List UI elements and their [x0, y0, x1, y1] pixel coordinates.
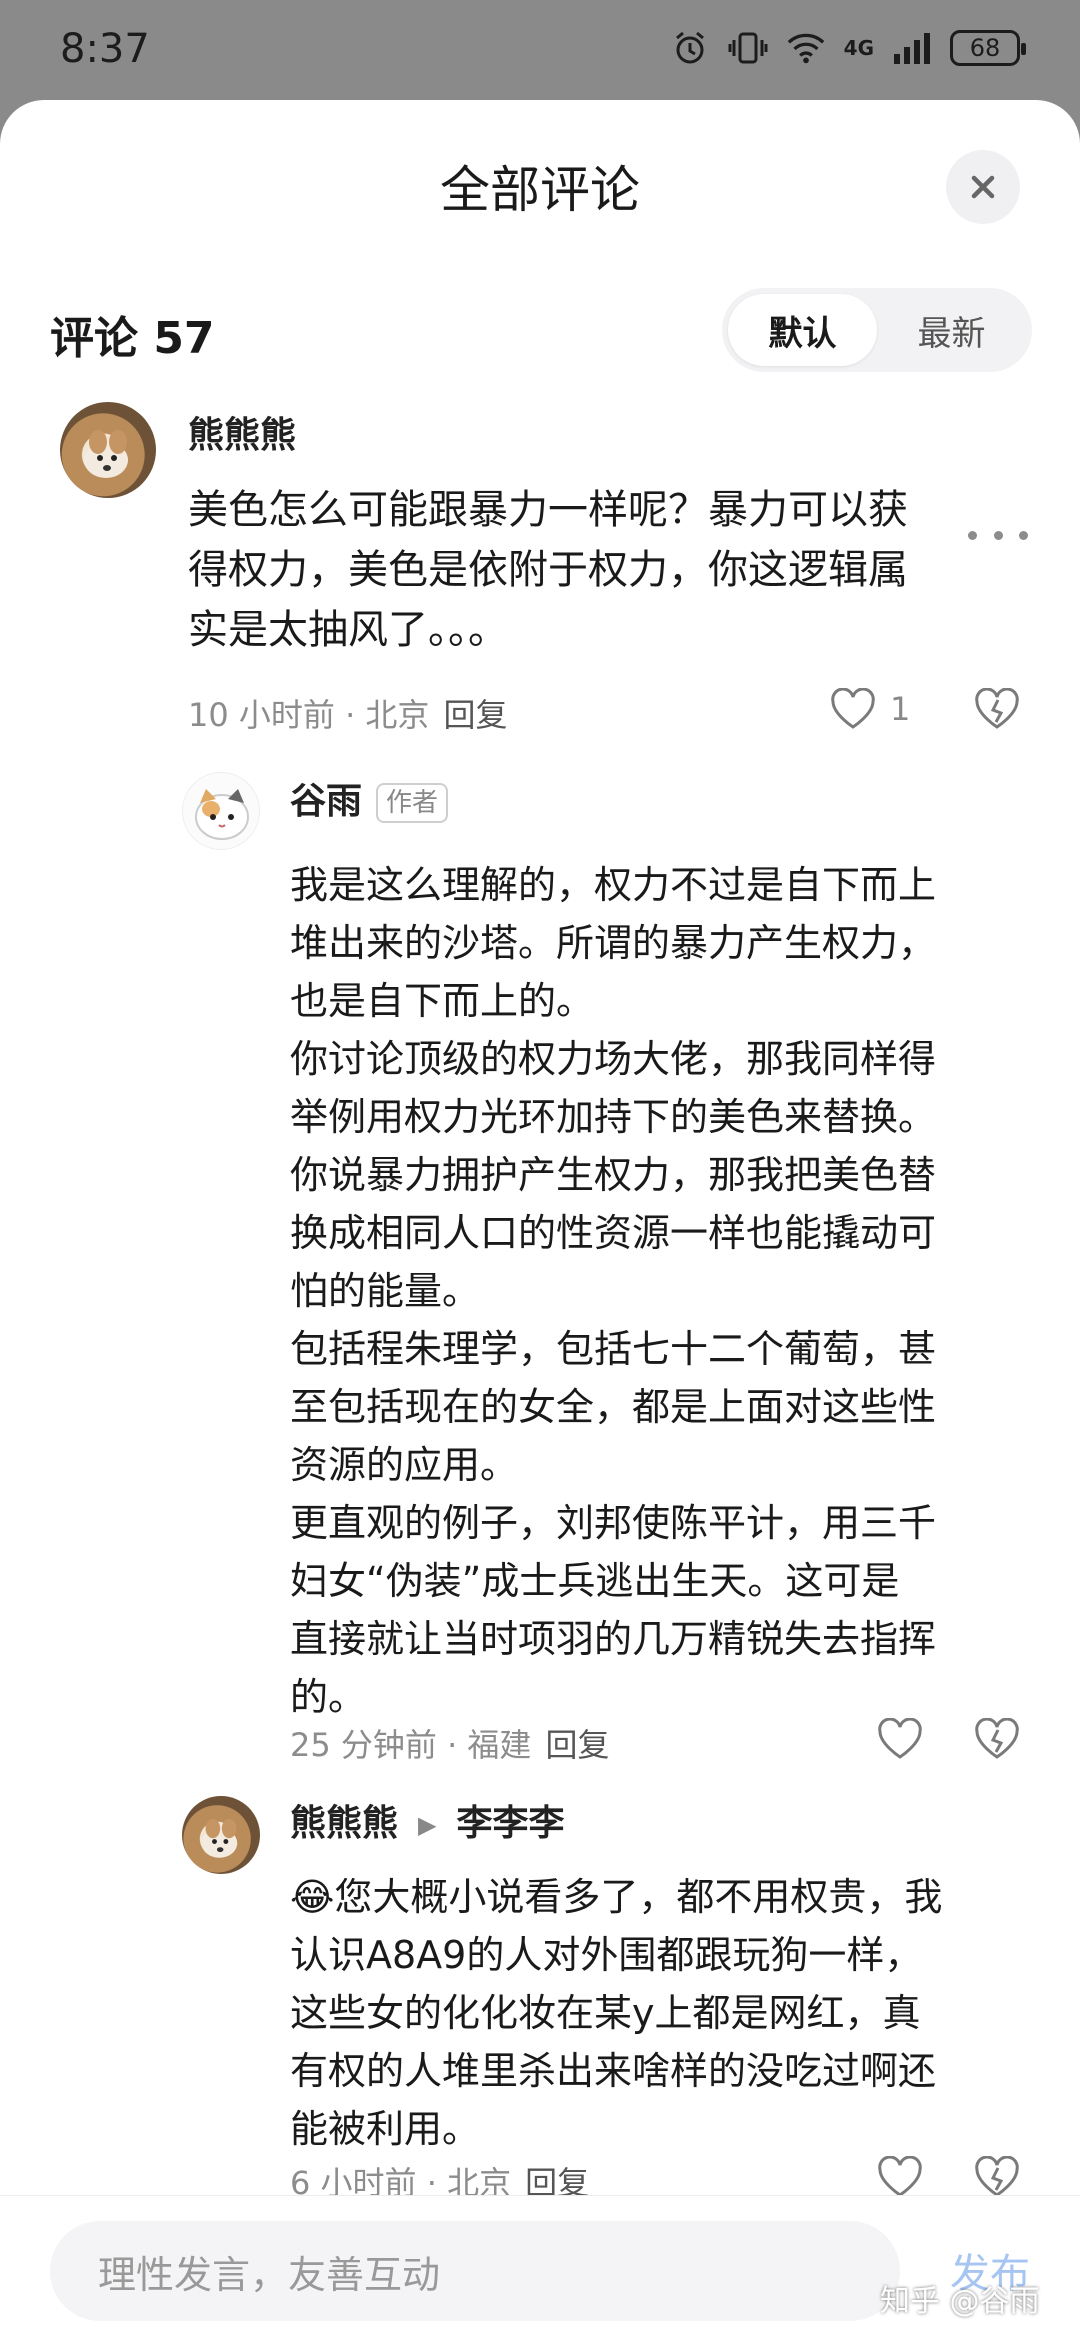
comment-line: 美色怎么可能跟暴力一样呢？暴力可以获	[188, 487, 908, 533]
dislike-button[interactable]	[974, 2156, 1020, 2198]
comments-sheet: 全部评论 评论 57 默认 最新 熊熊熊 美色怎么可能跟暴力一样呢？暴力可以获 …	[0, 100, 1080, 2340]
status-time: 8:37	[60, 26, 150, 72]
comment-line: 换成相同人口的性资源一样也能撬动可	[290, 1211, 937, 1255]
author-name[interactable]: 谷雨	[290, 781, 362, 822]
comment-line: 直接就让当时项羽的几万精锐失去指挥	[290, 1617, 937, 1661]
reply-button[interactable]: 回复	[443, 696, 507, 734]
comment-line: 你说暴力拥护产生权力，那我把美色替	[290, 1153, 937, 1197]
comment-line: 有权的人堆里杀出来啥样的没吃过啊还	[290, 2049, 937, 2093]
comment-line: 你讨论顶级的权力场大佬，那我同样得	[290, 1037, 937, 1081]
comment-author[interactable]: 熊熊熊	[188, 406, 296, 458]
status-icons: 4G 68	[670, 28, 1026, 68]
avatar[interactable]	[60, 402, 156, 498]
comment-meta: 10 小时前 · 北京 回复	[188, 696, 508, 734]
comment-line: 实是太抽风了。。。	[188, 607, 508, 653]
broken-heart-icon	[975, 2156, 1019, 2197]
comment-line: 资源的应用。	[290, 1443, 519, 1487]
sort-toggle: 默认 最新	[722, 288, 1032, 372]
wifi-icon	[786, 28, 826, 68]
watermark: 知乎 @谷雨	[880, 2284, 1040, 2319]
like-button[interactable]: 1	[830, 688, 910, 730]
comment-author: 谷雨 作者	[290, 772, 449, 824]
comment-input[interactable]: 理性发言，友善互动	[50, 2221, 900, 2321]
sheet-title: 全部评论	[440, 161, 640, 219]
comment-line: 包括程朱理学，包括七十二个葡萄，甚	[290, 1327, 937, 1371]
dislike-button[interactable]	[974, 688, 1020, 730]
comment-time: 10 小时前	[188, 696, 335, 734]
comment-line: 我是这么理解的，权力不过是自下而上	[290, 863, 937, 907]
comment-author: 熊熊熊 ▶ 李李李	[290, 1794, 565, 1846]
heart-icon	[878, 2156, 922, 2197]
comment-location: 北京	[365, 696, 430, 734]
comment-line: 这些女的化化妆在某y上都是网红，真	[290, 1991, 921, 2035]
battery-icon: 68	[950, 30, 1026, 66]
broken-heart-icon	[975, 1718, 1019, 1759]
heart-icon	[878, 1718, 922, 1759]
heart-icon	[831, 688, 875, 729]
like-button[interactable]	[877, 1718, 923, 1760]
signal-icon	[892, 28, 932, 68]
status-bar: 8:37 4G 68	[0, 0, 1080, 100]
comment-time: 25 分钟前	[290, 1726, 437, 1764]
dislike-button[interactable]	[974, 1718, 1020, 1760]
avatar[interactable]	[182, 772, 260, 850]
close-button[interactable]	[946, 150, 1020, 224]
like-button[interactable]	[877, 2156, 923, 2198]
comment-line: 妇女“伪装”成士兵逃出生天。这可是	[290, 1559, 900, 1603]
comment-line: 至包括现在的女全，都是上面对这些性	[290, 1385, 937, 1429]
comment-text: 😂您大概小说看多了，都不用权贵，我 认识A8A9的人对外围都跟玩狗一样， 这些女…	[290, 1868, 1050, 2158]
comment-line: 认识A8A9的人对外围都跟玩狗一样，	[290, 1933, 923, 1977]
close-icon	[971, 175, 995, 199]
broken-heart-icon	[975, 688, 1019, 729]
avatar[interactable]	[182, 1796, 260, 1874]
author-badge: 作者	[376, 783, 449, 823]
comment-text: 美色怎么可能跟暴力一样呢？暴力可以获 得权力，美色是依附于权力，你这逻辑属 实是…	[188, 480, 1028, 660]
sort-latest-tab[interactable]: 最新	[877, 294, 1026, 366]
vibrate-icon	[728, 28, 768, 68]
comment-line: 怕的能量。	[290, 1269, 481, 1313]
comment-line: 也是自下而上的。	[290, 979, 595, 1023]
reply-arrow-icon: ▶	[418, 1811, 437, 1839]
alarm-icon	[670, 28, 710, 68]
comment-line: 能被利用。	[290, 2107, 481, 2151]
sort-default-tab[interactable]: 默认	[728, 294, 877, 366]
comment-count: 评论 57	[50, 313, 215, 364]
author-name[interactable]: 熊熊熊	[290, 1803, 398, 1844]
comment-text: 我是这么理解的，权力不过是自下而上 堆出来的沙塔。所谓的暴力产生权力， 也是自下…	[290, 856, 1030, 1726]
comment-line: 举例用权力光环加持下的美色来替换。	[290, 1095, 937, 1139]
comment-line: 更直观的例子，刘邦使陈平计，用三千	[290, 1501, 937, 1545]
comment-line: 😂您大概小说看多了，都不用权贵，我	[290, 1875, 943, 1919]
network-type: 4G	[843, 36, 874, 60]
like-count: 1	[890, 690, 911, 728]
comment-location: 福建	[467, 1726, 532, 1764]
comment-line: 得权力，美色是依附于权力，你这逻辑属	[188, 547, 908, 593]
reply-button[interactable]: 回复	[545, 1726, 609, 1764]
reply-target-name[interactable]: 李李李	[456, 1803, 564, 1844]
comment-line: 堆出来的沙塔。所谓的暴力产生权力，	[290, 921, 937, 965]
comment-meta: 25 分钟前 · 福建 回复	[290, 1726, 610, 1764]
